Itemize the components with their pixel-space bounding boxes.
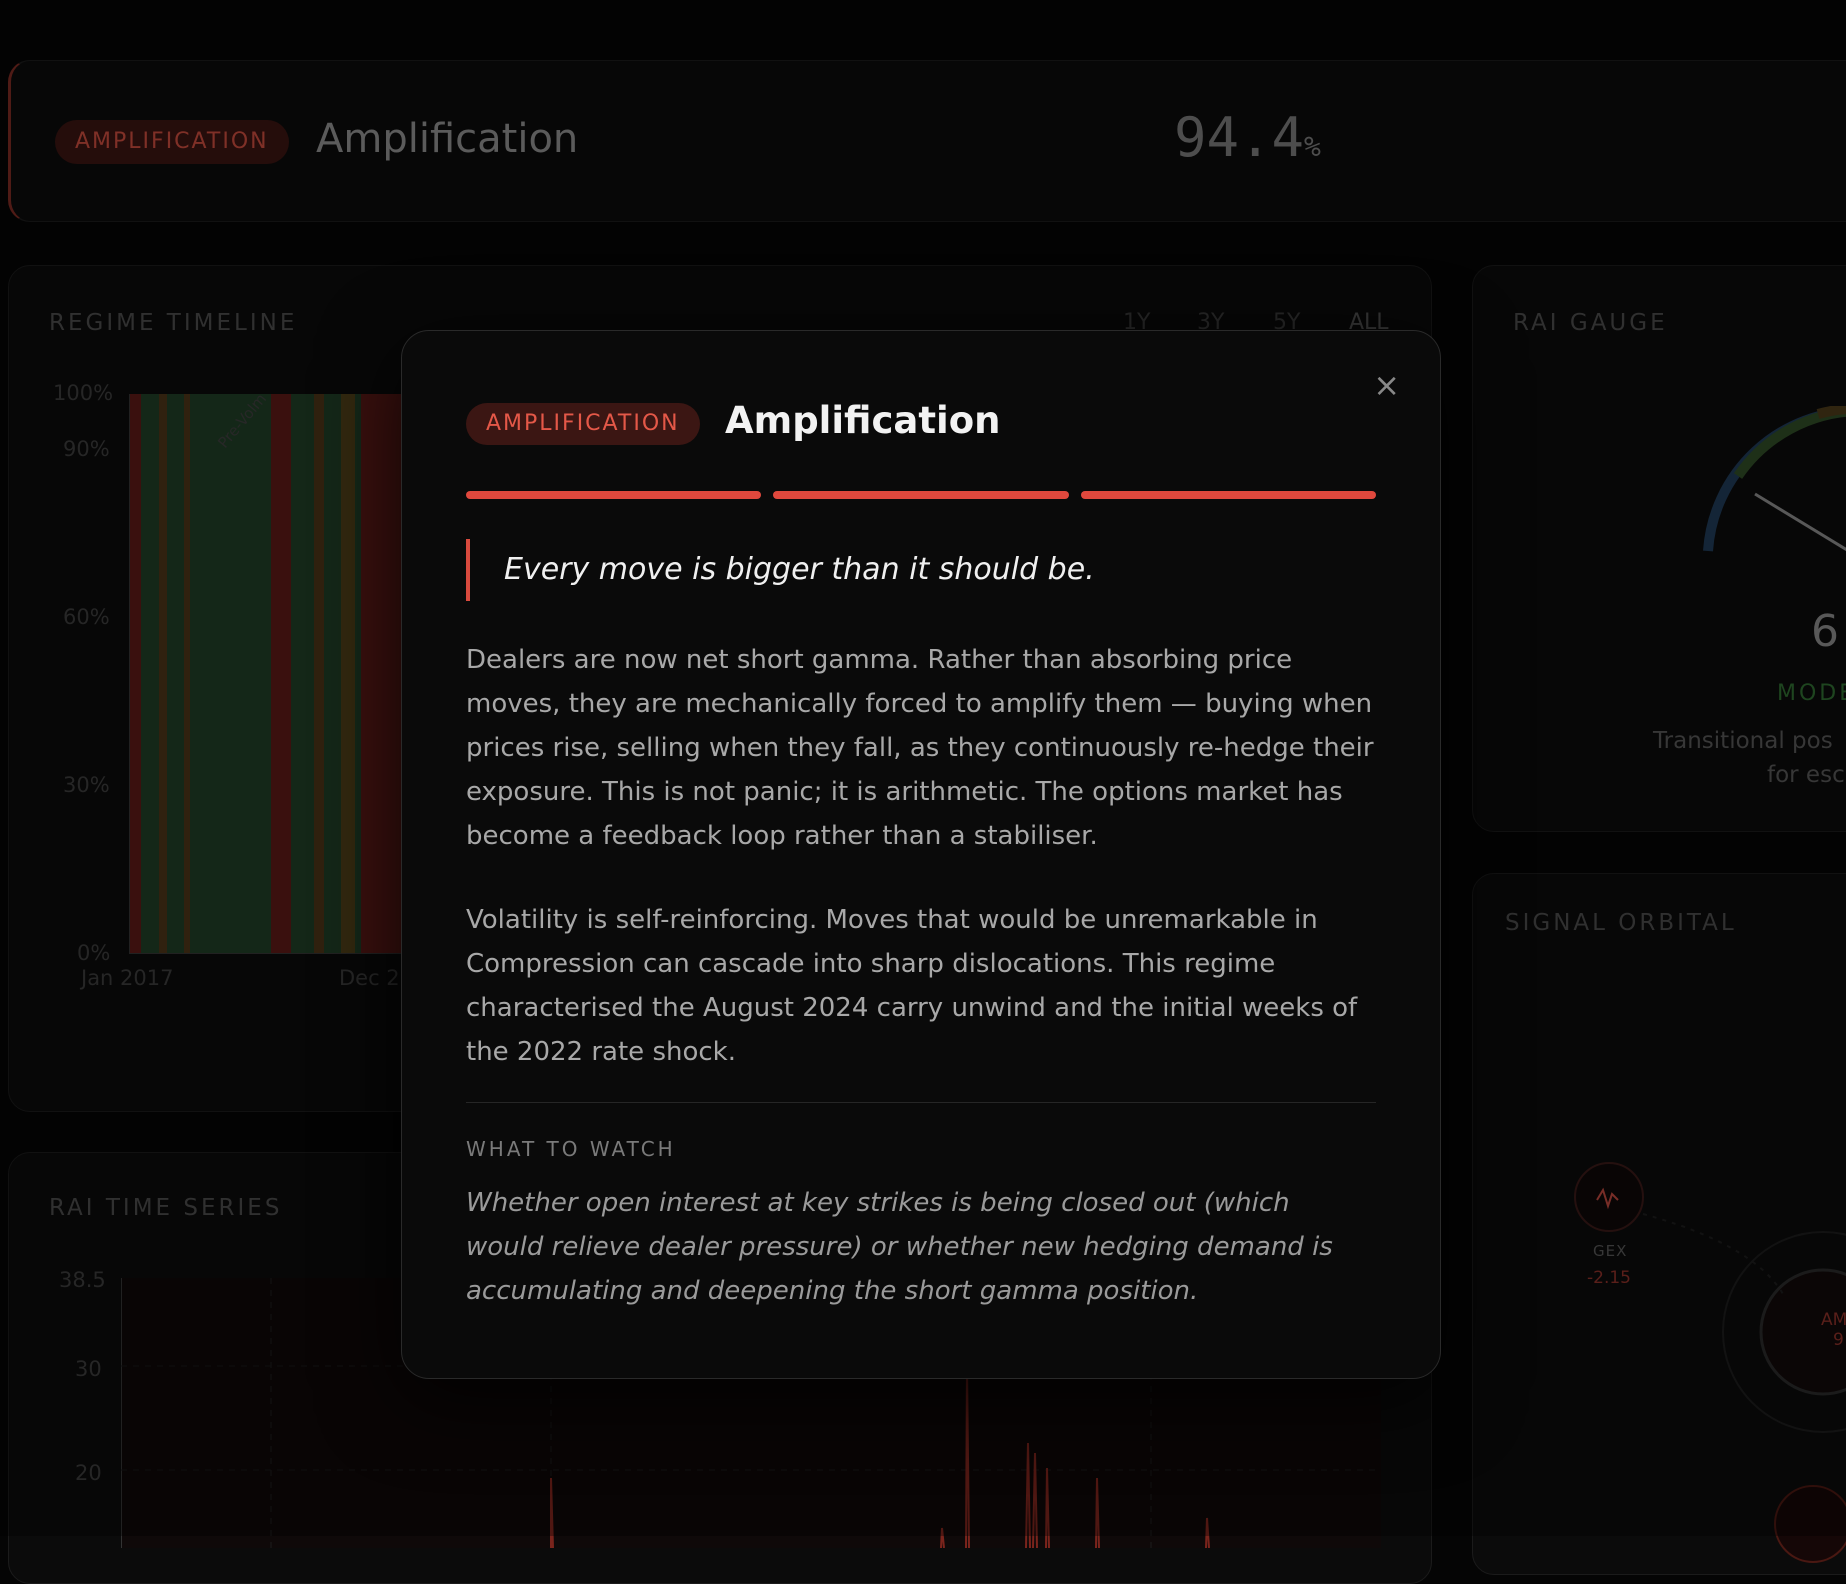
intensity-segment-2 xyxy=(773,491,1069,499)
regime-detail-modal: × AMPLIFICATION Amplification Every move… xyxy=(401,330,1441,1379)
modal-paragraph-2: Volatility is self-reinforcing. Moves th… xyxy=(466,905,1358,1067)
modal-paragraph-1: Dealers are now net short gamma. Rather … xyxy=(466,645,1374,851)
modal-title: Amplification xyxy=(725,399,1001,442)
close-icon[interactable]: × xyxy=(1373,369,1400,401)
intensity-segment-1 xyxy=(466,491,762,499)
modal-quote: Every move is bigger than it should be. xyxy=(466,539,1384,601)
what-to-watch-label: WHAT TO WATCH xyxy=(466,1137,676,1161)
intensity-segment-3 xyxy=(1080,491,1376,499)
modal-divider xyxy=(466,1102,1376,1103)
modal-regime-badge: AMPLIFICATION xyxy=(466,403,700,445)
what-to-watch-text: Whether open interest at key strikes is … xyxy=(466,1188,1333,1306)
regime-intensity-bars xyxy=(466,491,1376,499)
